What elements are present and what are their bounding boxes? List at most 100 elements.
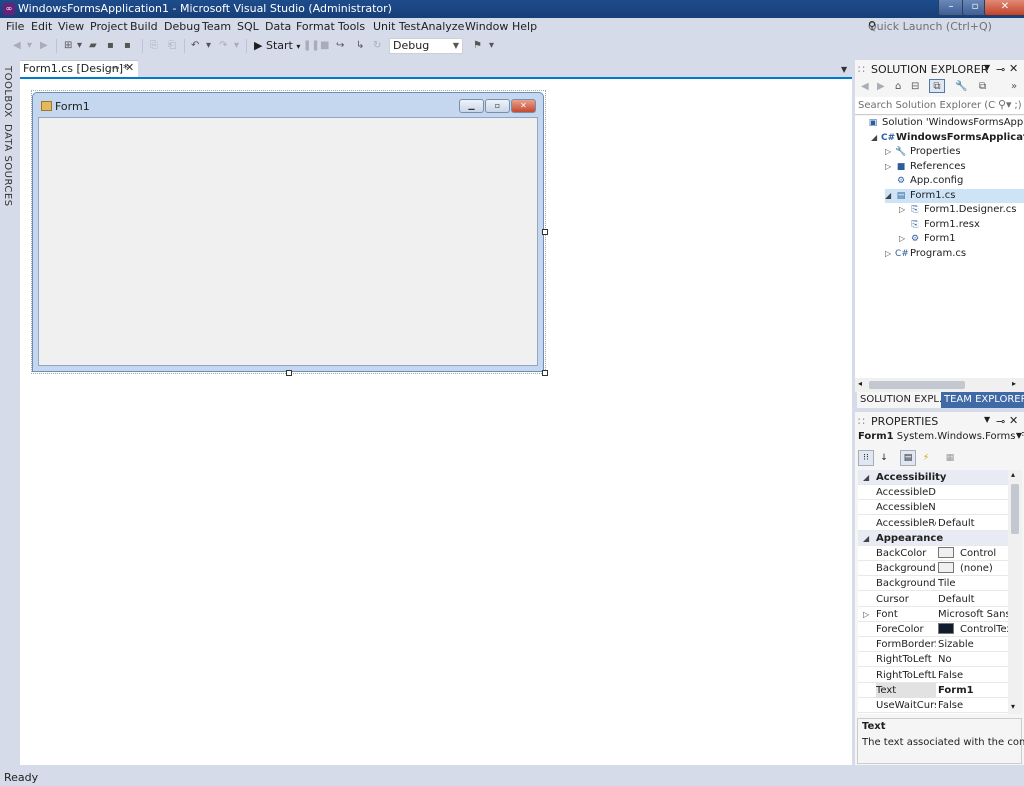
property-row[interactable]: AccessibleRolDefault <box>858 516 1008 531</box>
step-over-icon[interactable]: ↪ <box>336 39 344 53</box>
toolbox-tab[interactable]: TOOLBOX <box>2 66 13 118</box>
show-all-files-icon[interactable]: ⧉ <box>979 80 986 94</box>
toolbar-overflow-icon[interactable]: ▾ <box>489 39 494 53</box>
expand-icon[interactable]: ▷ <box>863 607 869 622</box>
property-category[interactable]: ◢ Appearance <box>858 530 1008 546</box>
home-icon[interactable]: ⌂ <box>895 80 901 94</box>
tree-item[interactable]: ⎘ Form1.resx <box>899 218 1024 232</box>
dropdown-arrow-icon[interactable]: ▾ <box>206 39 211 53</box>
quick-launch[interactable]: Quick Launch (Ctrl+Q) ⚲ <box>866 19 1024 36</box>
new-project-icon[interactable]: ⊞ <box>64 39 72 53</box>
menu-format[interactable]: Format <box>295 20 336 33</box>
menu-build[interactable]: Build <box>129 20 159 33</box>
tab-solution-explorer[interactable]: SOLUTION EXPL... <box>857 392 952 408</box>
tree-item[interactable]: ⚙ App.config <box>885 174 1024 188</box>
tree-item[interactable]: ◢C#WindowsFormsApplication1 <box>871 131 1024 145</box>
tree-item[interactable]: ▣ Solution 'WindowsFormsApplica <box>857 116 1024 130</box>
menu-tools[interactable]: Tools <box>337 20 366 33</box>
expander-icon[interactable]: ▷ <box>885 145 895 159</box>
data-sources-tab[interactable]: DATA SOURCES <box>2 124 13 207</box>
property-value[interactable]: Microsoft Sans S <box>938 607 1008 622</box>
property-value[interactable]: Form1 <box>938 683 1008 698</box>
tab-list-dropdown-icon[interactable]: ▼ <box>841 65 847 74</box>
back-icon[interactable]: ◀ <box>861 80 869 94</box>
property-value[interactable]: No <box>938 652 1008 667</box>
property-row[interactable]: Cursor Default <box>858 592 1008 607</box>
menu-window[interactable]: Window <box>464 20 509 33</box>
property-category[interactable]: ◢ Accessibility <box>858 470 1008 485</box>
events-icon[interactable]: ⚡ <box>918 450 934 466</box>
close-panel-icon[interactable]: ✕ <box>1009 414 1018 427</box>
property-row[interactable]: AccessibleDes <box>858 485 1008 501</box>
expander-icon[interactable]: ▷ <box>899 203 909 217</box>
tree-item[interactable]: ▷ 🔧 Properties <box>885 145 1024 159</box>
scroll-right-icon[interactable]: ▸ <box>1012 379 1016 388</box>
search-icon[interactable]: ⚲▾ <box>996 98 1014 111</box>
collapse-all-icon[interactable]: ⊟ <box>911 80 919 94</box>
menu-help[interactable]: Help <box>511 20 538 33</box>
auto-hide-pin-icon[interactable]: ⊸ <box>996 415 1005 428</box>
property-row[interactable]: ForeColor ControlTex <box>858 622 1008 637</box>
forward-icon[interactable]: ▶ <box>877 80 885 94</box>
dropdown-arrow-icon[interactable]: ▾ <box>27 39 32 53</box>
menu-project[interactable]: Project <box>89 20 129 33</box>
toolbar-overflow-icon[interactable]: » <box>1011 80 1017 94</box>
property-value[interactable]: (none) <box>938 561 1008 576</box>
property-row[interactable]: BackgroundIn (none) <box>858 561 1008 577</box>
expander-icon[interactable]: ◢ <box>885 189 895 203</box>
tree-item[interactable]: ▷ C#Program.cs <box>885 247 1024 261</box>
close-panel-icon[interactable]: ✕ <box>1009 62 1018 75</box>
scroll-thumb[interactable] <box>1011 484 1019 534</box>
save-icon[interactable]: ▪ <box>107 39 114 53</box>
menu-sql[interactable]: SQL <box>236 20 260 33</box>
property-value[interactable]: ControlTex <box>938 622 1008 637</box>
tab-team-explorer[interactable]: TEAM EXPLORER <box>941 392 1024 408</box>
properties-view-icon[interactable]: ▤ <box>900 450 916 466</box>
vertical-scrollbar[interactable]: ▴ ▾ <box>1008 470 1022 714</box>
collapse-icon[interactable]: ◢ <box>863 470 869 485</box>
tree-item[interactable]: ▷ ⚙ Form1 <box>899 232 1024 246</box>
tree-item[interactable]: ▷ ⎘ Form1.Designer.cs <box>899 203 1024 217</box>
start-button[interactable]: ▶ Start ▾ <box>254 39 300 52</box>
scroll-thumb[interactable] <box>869 381 965 389</box>
close-tab-icon[interactable]: ✕ <box>125 60 134 76</box>
dropdown-arrow-icon[interactable]: ▾ <box>77 39 82 53</box>
panel-menu-icon[interactable]: ▼ <box>984 63 990 72</box>
solution-search-box[interactable]: Search Solution Explorer (Ctrl+;) ⚲▾ <box>855 97 1024 115</box>
menu-edit[interactable]: Edit <box>30 20 53 33</box>
property-row[interactable]: AccessibleNa <box>858 500 1008 516</box>
auto-hide-pin-icon[interactable]: ⊸ <box>996 63 1005 76</box>
resize-handle-right[interactable] <box>542 229 548 235</box>
form-client-area[interactable] <box>38 117 538 366</box>
minimize-button[interactable]: – <box>938 0 964 16</box>
menu-team[interactable]: Team <box>201 20 232 33</box>
property-value[interactable]: Sizable <box>938 637 1008 652</box>
menu-view[interactable]: View <box>57 20 85 33</box>
property-row[interactable]: Text Form1 <box>858 682 1008 698</box>
scroll-down-icon[interactable]: ▾ <box>1011 702 1015 711</box>
resize-handle-corner[interactable] <box>542 370 548 376</box>
alphabetical-icon[interactable]: ↓ <box>876 450 892 466</box>
property-value[interactable]: Default <box>938 516 1008 531</box>
categorized-icon[interactable]: ⁝⁝ <box>858 450 874 466</box>
pause-icon[interactable]: ❚❚ <box>303 39 320 53</box>
object-selector[interactable]: Form1 System.Windows.Forms.Fo ▼ <box>858 431 1024 446</box>
property-row[interactable]: BackColor Control <box>858 546 1008 561</box>
property-value[interactable]: False <box>938 698 1008 713</box>
resize-handle-bottom[interactable] <box>286 370 292 376</box>
horizontal-scrollbar[interactable]: ◂ ▸ <box>855 378 1024 392</box>
form-designer-window[interactable]: Form1 ▁ ▫ ✕ <box>32 92 544 372</box>
tree-item[interactable]: ▷ ■ References <box>885 160 1024 174</box>
property-row[interactable]: RightToLeftLaFalse <box>858 668 1008 683</box>
property-value[interactable]: Tile <box>938 576 1008 591</box>
collapse-icon[interactable]: ◢ <box>863 531 869 546</box>
restart-icon[interactable]: ↻ <box>373 39 381 53</box>
dropdown-arrow-icon[interactable]: ▾ <box>234 39 239 53</box>
navigate-forward-icon[interactable]: ▶ <box>40 39 48 53</box>
property-value[interactable]: Default <box>938 592 1008 607</box>
redo-icon[interactable]: ↷ <box>219 39 227 53</box>
property-row[interactable]: BackgroundInTile <box>858 576 1008 592</box>
property-row[interactable]: ▷ Font Microsoft Sans S <box>858 607 1008 622</box>
menu-analyze[interactable]: Analyze <box>420 20 465 33</box>
close-button[interactable]: ✕ <box>984 0 1024 16</box>
